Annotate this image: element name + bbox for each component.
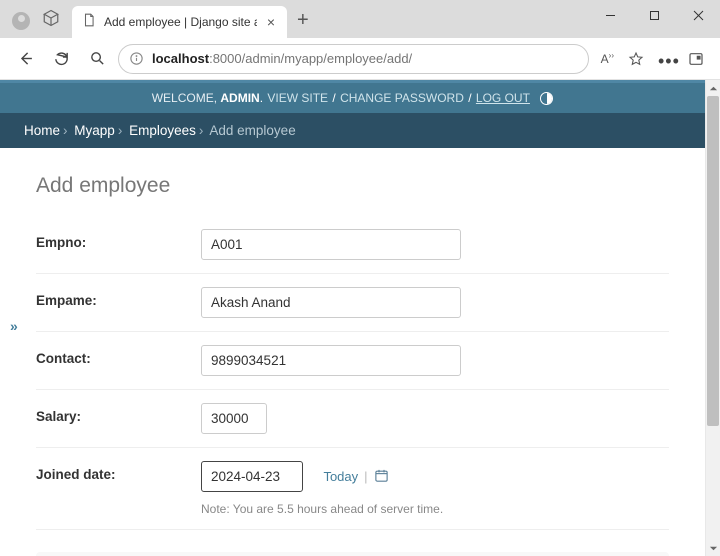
field-row-empame: Empame: <box>36 274 669 332</box>
input-joined-date[interactable] <box>201 461 303 492</box>
refresh-button[interactable] <box>46 44 76 74</box>
page-title: Add employee <box>36 174 669 198</box>
back-button[interactable] <box>10 44 40 74</box>
label-empno: Empno: <box>36 229 201 250</box>
vertical-scrollbar[interactable] <box>705 80 720 556</box>
label-empame: Empame: <box>36 287 201 308</box>
theme-toggle-icon[interactable] <box>540 92 553 105</box>
submit-row: SAVE Save and add another Save and conti… <box>36 552 669 556</box>
field-row-salary: Salary: <box>36 390 669 448</box>
maximize-button[interactable] <box>632 0 676 30</box>
label-salary: Salary: <box>36 403 201 424</box>
read-aloud-icon[interactable]: A›› <box>601 51 614 66</box>
url-field[interactable]: localhost:8000/admin/myapp/employee/add/ <box>118 44 589 74</box>
label-joined-date: Joined date: <box>36 461 201 482</box>
scroll-up-arrow[interactable] <box>706 80 720 96</box>
current-user: ADMIN <box>220 91 259 105</box>
input-contact[interactable] <box>201 345 461 376</box>
address-bar: localhost:8000/admin/myapp/employee/add/… <box>0 38 720 80</box>
breadcrumb: Home› Myapp› Employees› Add employee <box>0 113 705 148</box>
url-text: localhost:8000/admin/myapp/employee/add/ <box>152 51 412 66</box>
browser-tab[interactable]: Add employee | Django site adm × <box>72 6 287 38</box>
label-contact: Contact: <box>36 345 201 366</box>
search-button[interactable] <box>82 44 112 74</box>
info-icon <box>129 51 144 66</box>
favorite-icon[interactable] <box>628 51 644 67</box>
breadcrumb-home[interactable]: Home <box>24 123 60 138</box>
input-empame[interactable] <box>201 287 461 318</box>
more-menu-icon[interactable]: ••• <box>658 51 674 67</box>
calendar-icon[interactable] <box>374 468 389 486</box>
view-site-link[interactable]: VIEW SITE <box>266 91 329 105</box>
logout-link[interactable]: LOG OUT <box>475 91 531 105</box>
breadcrumb-model[interactable]: Employees <box>129 123 196 138</box>
breadcrumb-app[interactable]: Myapp <box>74 123 115 138</box>
field-row-empno: Empno: <box>36 216 669 274</box>
new-tab-button[interactable]: + <box>287 9 319 38</box>
field-row-joined-date: Joined date: Today | Note: You are 5.5 h… <box>36 448 669 530</box>
field-row-contact: Contact: <box>36 332 669 390</box>
welcome-text: WELCOME, <box>152 91 221 105</box>
file-icon <box>82 13 96 32</box>
close-window-button[interactable] <box>676 0 720 30</box>
timezone-note: Note: You are 5.5 hours ahead of server … <box>201 502 669 516</box>
change-password-link[interactable]: CHANGE PASSWORD <box>339 91 465 105</box>
admin-user-tools: WELCOME, ADMIN. VIEW SITE / CHANGE PASSW… <box>0 80 705 113</box>
input-empno[interactable] <box>201 229 461 260</box>
scroll-down-arrow[interactable] <box>706 540 720 556</box>
today-link[interactable]: Today <box>323 469 358 484</box>
breadcrumb-current: Add employee <box>209 123 295 138</box>
window-titlebar: Add employee | Django site adm × + <box>0 0 720 38</box>
profile-icon[interactable] <box>12 12 30 30</box>
input-salary[interactable] <box>201 403 267 434</box>
tab-title: Add employee | Django site adm <box>104 15 257 29</box>
tab-close-icon[interactable]: × <box>265 14 277 30</box>
workspace-icon[interactable] <box>42 9 60 32</box>
minimize-button[interactable] <box>588 0 632 30</box>
sidebar-toggle-icon[interactable] <box>688 51 704 67</box>
scroll-thumb[interactable] <box>707 96 719 426</box>
